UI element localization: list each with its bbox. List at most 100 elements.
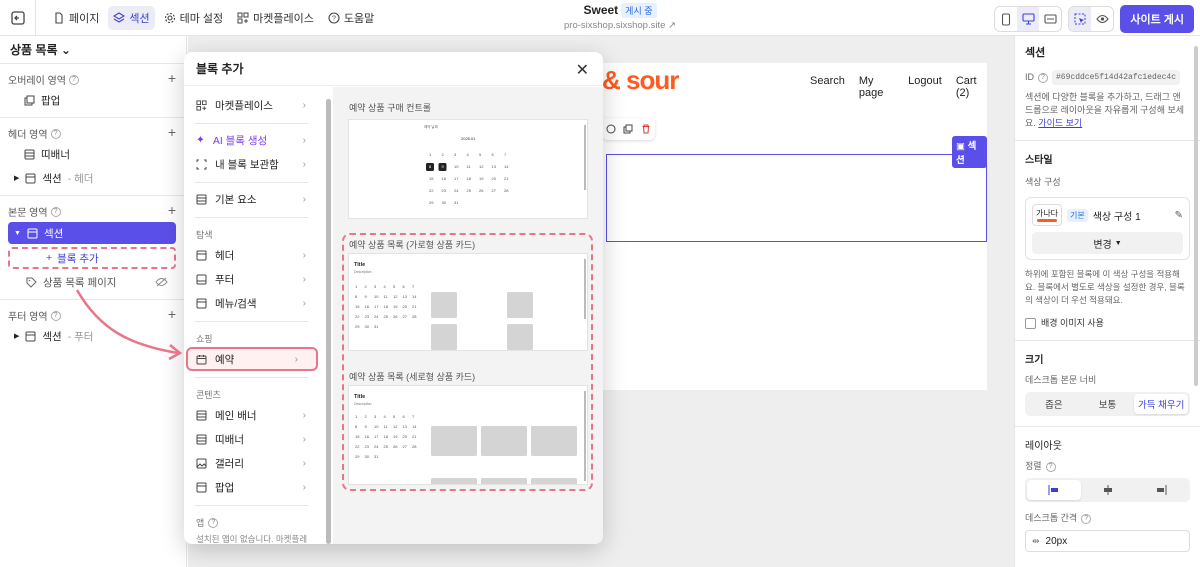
mobile-view-button[interactable] — [995, 7, 1017, 31]
help-icon[interactable]: ? — [208, 517, 219, 528]
calendar-day: 16 — [365, 304, 370, 309]
spacing-input[interactable]: ⇹ 20px — [1025, 530, 1190, 552]
nav-help[interactable]: ? 도움말 — [323, 6, 379, 30]
exit-editor-button[interactable] — [0, 0, 36, 36]
help-icon[interactable]: ? — [1081, 513, 1092, 524]
right-panel: 섹션 ID ? #69cddce5f14d42afc1edec4c 섹션에 다양… — [1014, 36, 1200, 567]
preview-mode-button[interactable] — [1091, 7, 1113, 31]
duplicate-icon[interactable] — [623, 124, 633, 134]
view-mode-toggle — [1068, 6, 1115, 32]
category-my-blocks[interactable]: 내 블록 보관함 › — [184, 152, 324, 176]
calendar-day: 29 — [429, 200, 434, 205]
nav-theme-settings[interactable]: 테마 설정 — [159, 6, 229, 30]
add-block-button[interactable]: + 블록 추가 — [8, 247, 176, 269]
guide-link[interactable]: 가이드 보기 — [1038, 118, 1082, 128]
category-label: AI 블록 생성 — [212, 134, 268, 147]
add-footer-button[interactable]: + — [168, 306, 176, 322]
site-nav-mypage[interactable]: My page — [859, 75, 894, 99]
change-button[interactable]: 변경 ▼ — [1032, 232, 1183, 254]
desktop-view-button[interactable] — [1017, 7, 1040, 31]
template-card-vertical[interactable]: Title Description 1 2 3 4 5 6 7 8 9 10 11 12 13 14 15 1… — [348, 385, 588, 485]
width-normal-option[interactable]: 보통 — [1081, 394, 1135, 414]
footer-area-label: 푸터 영역 — [8, 312, 48, 323]
tree-item-product-list-page[interactable]: 상품 목록 페이지 — [8, 271, 176, 293]
tree-item-header-section[interactable]: ▶ 섹션 - 헤더 — [8, 167, 176, 189]
calendar-day: 25 — [384, 314, 389, 319]
page-selector[interactable]: 상품 목록 ⌄ — [0, 36, 186, 64]
section-id[interactable]: #69cddce5f14d42afc1edec4c — [1052, 70, 1181, 85]
select-mode-button[interactable] — [1069, 7, 1092, 31]
width-full-option[interactable]: 가득 채우기 — [1134, 394, 1189, 414]
align-left-option[interactable] — [1027, 480, 1081, 500]
external-link-icon[interactable]: ↗ — [668, 20, 676, 31]
site-nav-logout[interactable]: Logout — [908, 75, 942, 99]
category-marketplace[interactable]: 마켓플레이스 › — [184, 93, 324, 117]
calendar-day: 26 — [393, 314, 398, 319]
body-area: 본문 영역? + ▼ 섹션 + 블록 추가 상품 목록 페이지 — [0, 196, 186, 300]
calendar-day: 13 — [403, 294, 408, 299]
selected-section-outline[interactable] — [606, 154, 987, 242]
trash-icon[interactable] — [641, 124, 651, 134]
fullwidth-view-button[interactable] — [1039, 7, 1061, 31]
align-center-option[interactable] — [1081, 480, 1135, 500]
category-basic[interactable]: 기본 요소 › — [184, 187, 324, 211]
add-header-button[interactable]: + — [168, 124, 176, 140]
tree-item-popup[interactable]: 팝업 — [8, 89, 176, 111]
calendar-day: 17 — [374, 304, 379, 309]
help-icon[interactable]: ? — [50, 128, 61, 139]
category-strip-banner[interactable]: 띠배너 › — [184, 427, 324, 451]
tree-item-label: 띠배너 — [41, 148, 70, 161]
add-body-button[interactable]: + — [168, 202, 176, 218]
calendar-day: 7 — [412, 284, 415, 289]
horizontal-card-preview-icon: Title Description 1 2 3 4 5 6 78 9 10 11 12 13 1415 1… — [354, 259, 586, 350]
publish-site-button[interactable]: 사이트 게시 — [1120, 5, 1194, 33]
tree-item-sub: - 헤더 — [67, 172, 94, 185]
product-thumbnail — [531, 478, 577, 484]
edit-pencil-icon[interactable]: ✎ — [1175, 210, 1183, 221]
tree-item-body-section[interactable]: ▼ 섹션 — [8, 222, 176, 244]
category-label: 기본 요소 — [215, 193, 257, 206]
tree-item-footer-section[interactable]: ▶ 섹션 - 푸터 — [8, 325, 176, 347]
bg-image-checkbox[interactable] — [1025, 318, 1036, 329]
category-reservation[interactable]: 예약 › — [186, 347, 318, 371]
site-nav-search[interactable]: Search — [810, 75, 845, 99]
nav-pages[interactable]: 페이지 — [48, 6, 104, 30]
help-icon[interactable]: ? — [50, 206, 61, 217]
nav-sections-label: 섹션 — [129, 12, 150, 25]
help-icon[interactable]: ? — [1038, 72, 1048, 83]
category-menu-search[interactable]: 메뉴/검색 › — [184, 291, 324, 315]
category-gallery[interactable]: 갤러리 › — [184, 451, 324, 475]
help-icon[interactable]: ? — [50, 310, 61, 321]
site-url[interactable]: pro-sixshop.sixshop.site — [564, 20, 665, 31]
card-desc: Description — [354, 402, 372, 406]
eye-off-icon[interactable] — [155, 277, 168, 287]
template-card-horizontal[interactable]: Title Description 1 2 3 4 5 6 7 8 9 10 11 12 13 14 15 1… — [348, 253, 588, 351]
divider — [194, 505, 308, 506]
help-icon[interactable]: ? — [1045, 461, 1056, 472]
add-overlay-button[interactable]: + — [168, 70, 176, 86]
tree-item-banner[interactable]: 띠배너 — [8, 143, 176, 165]
category-ai-block[interactable]: ✦ AI 블록 생성 › — [184, 128, 324, 152]
category-scrollbar[interactable] — [325, 87, 333, 544]
nav-marketplace[interactable]: 마켓플레이스 — [232, 6, 319, 30]
width-narrow-option[interactable]: 좁은 — [1027, 394, 1081, 414]
category-popup[interactable]: 팝업 › — [184, 475, 324, 499]
scroll-thumb[interactable] — [326, 99, 331, 544]
calendar-day: 11 — [384, 424, 389, 429]
site-nav-cart[interactable]: Cart (2) — [956, 75, 987, 99]
category-header[interactable]: 헤더 › — [184, 243, 324, 267]
align-segmented-control — [1025, 478, 1190, 502]
category-footer[interactable]: 푸터 › — [184, 267, 324, 291]
panel-scrollbar[interactable] — [1194, 46, 1198, 386]
nav-sections[interactable]: 섹션 — [108, 5, 155, 30]
category-main-banner[interactable]: 메인 배너 › — [184, 403, 324, 427]
calendar-day: 18 — [384, 304, 389, 309]
more-icon[interactable] — [606, 124, 616, 134]
help-icon[interactable]: ? — [68, 74, 79, 85]
site-logo[interactable]: & sour — [602, 65, 679, 96]
template-card-purchase-control[interactable]: 예약 날짜 2026.01 1 2 3 4 5 6 7 8 9 10 11 12 13 14 15 16 17 1… — [348, 119, 588, 219]
caret-right-icon: ▶ — [14, 175, 20, 182]
close-icon[interactable]: ✕ — [576, 60, 589, 80]
divider — [1015, 426, 1200, 427]
align-right-option[interactable] — [1134, 480, 1188, 500]
